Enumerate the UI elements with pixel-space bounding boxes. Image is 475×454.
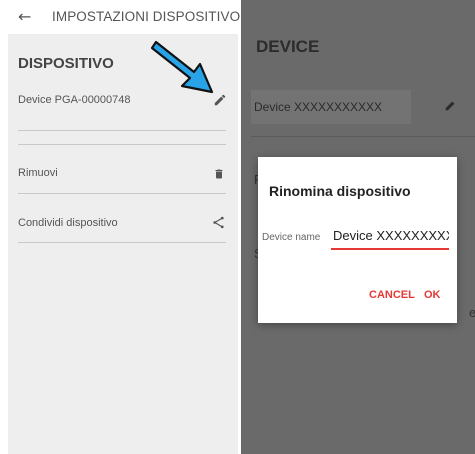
arrow-back-icon[interactable]: ← bbox=[18, 7, 31, 26]
trash-icon[interactable] bbox=[213, 167, 225, 181]
device-name-label: Device XXXXXXXXXXX bbox=[254, 100, 383, 114]
device-name-input[interactable] bbox=[331, 223, 449, 250]
device-name-field-label: Device name bbox=[262, 232, 321, 243]
section-title: DISPOSITIVO bbox=[18, 55, 114, 72]
divider bbox=[18, 242, 226, 243]
divider bbox=[251, 136, 475, 137]
left-screen: ← IMPOSTAZIONI DISPOSITIVO DISPOSITIVO D… bbox=[0, 0, 241, 454]
peek-text: e bbox=[469, 305, 475, 320]
ok-button[interactable]: OK bbox=[424, 289, 441, 301]
device-name-label: Device PGA-00000748 bbox=[18, 94, 131, 106]
share-icon[interactable] bbox=[211, 215, 226, 230]
cancel-button[interactable]: CANCEL bbox=[369, 289, 415, 301]
device-name-field-bg: Device XXXXXXXXXXX bbox=[251, 90, 411, 124]
divider bbox=[18, 193, 226, 194]
top-app-bar: ← IMPOSTAZIONI DISPOSITIVO bbox=[0, 0, 241, 34]
divider bbox=[18, 130, 226, 131]
divider bbox=[18, 144, 226, 145]
dialog-title: Rinomina dispositivo bbox=[269, 183, 411, 199]
edit-pencil-icon bbox=[445, 101, 455, 111]
share-device-row[interactable]: Condividi dispositivo bbox=[18, 217, 118, 229]
page-title: IMPOSTAZIONI DISPOSITIVO bbox=[52, 9, 241, 24]
rename-dialog: Rinomina dispositivo Device name CANCEL … bbox=[258, 157, 457, 323]
annotation-arrow-icon bbox=[150, 40, 214, 94]
section-title: DEVICE bbox=[256, 37, 320, 56]
remove-device-row[interactable]: Rimuovi bbox=[18, 167, 58, 179]
